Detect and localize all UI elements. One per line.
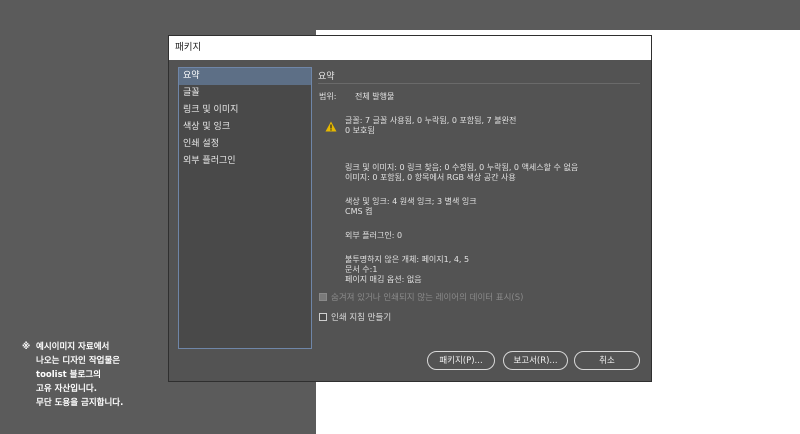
nav-item-colors-inks[interactable]: 색상 및 잉크: [179, 119, 311, 136]
package-dialog: 패키지 요약 글꼴 링크 및 이미지 색상 및 잉크 인쇄 설정 외부 플러그인…: [168, 35, 652, 382]
show-hidden-layers-checkbox-row: 숨겨져 있거나 인쇄되지 않는 레이어의 데이터 표시(S): [319, 292, 523, 304]
fonts-summary-line-1: 글꼴: 7 글꼴 사용됨, 0 누락됨, 0 포함됨, 7 불완전: [345, 116, 517, 125]
cancel-button[interactable]: 취소: [574, 351, 640, 370]
watermark-mark: ※: [22, 342, 31, 352]
print-instructions-checkbox-row[interactable]: 인쇄 지침 만들기: [319, 312, 391, 324]
range-label: 범위:: [319, 92, 337, 101]
report-button[interactable]: 보고서(R)...: [503, 351, 568, 370]
nav-item-external-plugins[interactable]: 외부 플러그인: [179, 153, 311, 170]
opaque-summary-line-2: 문서 수:1: [345, 265, 378, 274]
show-hidden-layers-checkbox: [319, 293, 327, 301]
print-instructions-checkbox[interactable]: [319, 313, 327, 321]
print-instructions-label: 인쇄 지침 만들기: [331, 313, 392, 323]
links-summary-line-1: 링크 및 이미지: 0 링크 찾음; 0 수정됨, 0 누락됨, 0 액세스할 …: [345, 163, 579, 172]
nav-item-summary[interactable]: 요약: [179, 68, 311, 85]
opaque-summary-line-1: 불투명하지 않은 개체: 페이지1, 4, 5: [345, 255, 470, 264]
opaque-summary-line-3: 페이지 매김 옵션: 없음: [345, 275, 422, 284]
watermark-line-2: 나오는 디자인 작업물은: [36, 356, 121, 366]
plugins-summary: 외부 플러그인: 0: [345, 231, 403, 240]
range-value: 전체 발행물: [355, 92, 395, 101]
links-summary-line-2: 이미지: 0 포함됨, 0 항목에서 RGB 색상 공간 사용: [345, 173, 516, 182]
nav-item-links-images[interactable]: 링크 및 이미지: [179, 102, 311, 119]
watermark-line-5: 무단 도용을 금지합니다.: [36, 398, 124, 408]
section-title: 요약: [318, 69, 640, 84]
warning-icon: [325, 121, 337, 132]
fonts-summary-line-2: 0 보호됨: [345, 126, 375, 135]
show-hidden-layers-label: 숨겨져 있거나 인쇄되지 않는 레이어의 데이터 표시(S): [331, 293, 524, 303]
watermark-line-4: 고유 자산입니다.: [36, 384, 97, 394]
package-button[interactable]: 패키지(P)...: [427, 351, 495, 370]
colors-summary-line-2: CMS 켬: [345, 207, 373, 216]
colors-summary-line-1: 색상 및 잉크: 4 원색 잉크; 3 별색 잉크: [345, 197, 477, 206]
category-list: 요약 글꼴 링크 및 이미지 색상 및 잉크 인쇄 설정 외부 플러그인: [178, 67, 312, 349]
nav-item-print-settings[interactable]: 인쇄 설정: [179, 136, 311, 153]
dialog-title: 패키지: [169, 36, 651, 60]
watermark-line-1: 예시이미지 자료에서: [36, 342, 110, 352]
nav-item-fonts[interactable]: 글꼴: [179, 85, 311, 102]
watermark-line-3: toolist 블로그의: [36, 370, 101, 380]
